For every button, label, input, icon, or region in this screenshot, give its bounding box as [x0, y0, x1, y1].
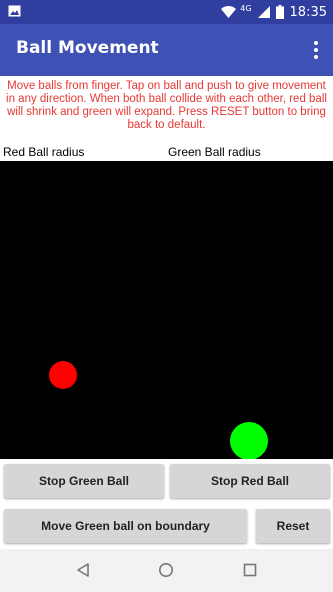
- app-title: Ball Movement: [16, 38, 159, 58]
- stop-red-ball-button[interactable]: Stop Red Ball: [170, 464, 330, 498]
- overflow-menu-icon[interactable]: [313, 40, 319, 60]
- wifi-icon: [221, 6, 237, 18]
- red-ball[interactable]: [49, 361, 77, 389]
- status-time: 18:35: [289, 4, 327, 20]
- ball-canvas[interactable]: [0, 161, 333, 460]
- signal-icon: [257, 6, 270, 18]
- navigation-bar: [0, 549, 333, 592]
- recents-icon[interactable]: [242, 562, 258, 578]
- radius-labels-row: Red Ball radius Green Ball radius: [0, 145, 333, 161]
- home-icon[interactable]: [158, 562, 174, 578]
- image-icon: [8, 5, 21, 17]
- app-bar: Ball Movement: [0, 24, 333, 76]
- status-bar: 4G 18:35: [0, 0, 333, 24]
- green-ball[interactable]: [230, 422, 268, 460]
- red-ball-radius-label: Red Ball radius: [3, 145, 85, 159]
- controls-panel: Stop Green Ball Stop Red Ball Move Green…: [0, 459, 333, 549]
- green-ball-radius-label: Green Ball radius: [168, 145, 261, 159]
- network-type-label: 4G: [240, 4, 252, 13]
- move-green-ball-boundary-button[interactable]: Move Green ball on boundary: [4, 509, 247, 543]
- battery-icon: [275, 5, 284, 19]
- instructions-text: Move balls from finger. Tap on ball and …: [6, 80, 327, 131]
- stop-green-ball-button[interactable]: Stop Green Ball: [4, 464, 164, 498]
- reset-button[interactable]: Reset: [256, 509, 330, 543]
- back-icon[interactable]: [75, 562, 91, 578]
